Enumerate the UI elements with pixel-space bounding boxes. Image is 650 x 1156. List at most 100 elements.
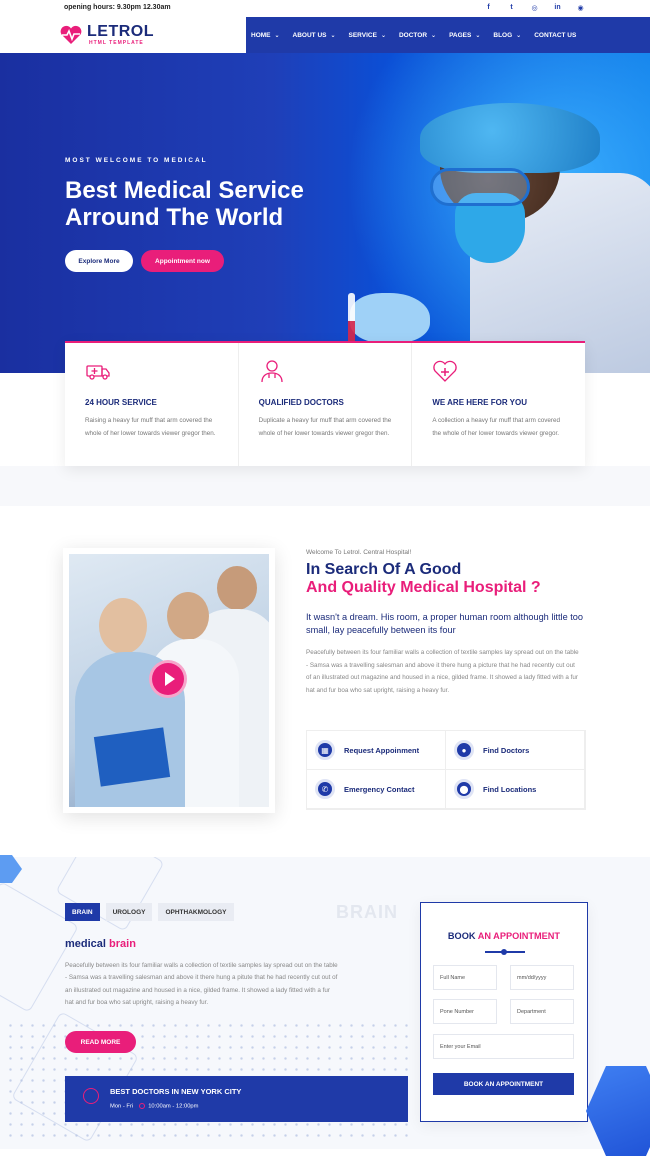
find-doctors-link[interactable]: ● Find Doctors bbox=[446, 731, 585, 770]
form-title: BOOK AN APPOINTMENT bbox=[421, 931, 587, 941]
department-watermark: BRAIN bbox=[336, 902, 398, 922]
chevron-down-icon: ⌄ bbox=[516, 32, 522, 39]
full-name-field[interactable]: Full Name bbox=[433, 965, 497, 990]
nav-label: ABOUT US bbox=[292, 31, 327, 39]
nav-label: SERVICE bbox=[348, 31, 377, 39]
nav-label: DOCTOR bbox=[398, 31, 428, 39]
hero-banner: MOST WELCOME TO MEDICAL Best Medical Ser… bbox=[0, 53, 650, 373]
nav-item-home[interactable]: HOME ⌄ bbox=[251, 32, 280, 39]
photo-nurse-face bbox=[99, 598, 147, 654]
hero-surgical-cap bbox=[420, 103, 600, 173]
play-icon bbox=[164, 672, 175, 686]
social-links: f t ◎ in ◉ bbox=[484, 3, 585, 12]
tab-ophthalmology[interactable]: OPHTHAKMOLOGY bbox=[158, 903, 234, 921]
brand-name[interactable]: LETROL bbox=[87, 23, 154, 41]
play-video-button[interactable] bbox=[149, 660, 187, 698]
link-label: Emergency Contact bbox=[344, 784, 415, 794]
schedule-time: 10:00am - 12:00pm bbox=[148, 1103, 199, 1110]
nav-item-service[interactable]: SERVICE ⌄ bbox=[349, 32, 386, 39]
twitter-icon[interactable]: t bbox=[507, 3, 516, 12]
photo-clipboard bbox=[93, 727, 171, 787]
chevron-down-icon: ⌄ bbox=[330, 32, 336, 39]
schedule-days: Mon - Fri bbox=[110, 1103, 134, 1110]
nav-label: BLOG bbox=[493, 31, 513, 39]
email-field[interactable]: Enter your Email bbox=[433, 1034, 574, 1059]
link-label: Find Doctors bbox=[483, 745, 530, 755]
feature-card: 24 HOUR SERVICE Raising a heavy fur muff… bbox=[65, 343, 239, 466]
hero-goggles bbox=[430, 168, 530, 206]
location-pin-icon: ⬤ bbox=[454, 779, 474, 799]
feature-card: QUALIFIED DOCTORS Duplicate a heavy fur … bbox=[239, 343, 413, 466]
form-title-plain: BOOK bbox=[447, 931, 476, 941]
nav-label: HOME bbox=[251, 31, 271, 39]
link-label: Request Appoinment bbox=[344, 745, 420, 755]
facebook-icon[interactable]: f bbox=[484, 3, 493, 12]
department-select[interactable]: Department bbox=[510, 999, 574, 1024]
title-divider bbox=[485, 949, 525, 955]
heart-plus-icon bbox=[433, 360, 458, 382]
link-label: Find Locations bbox=[483, 784, 537, 794]
explore-more-button[interactable]: Explore More bbox=[65, 250, 133, 272]
feature-card: WE ARE HERE FOR YOU A collection a heavy… bbox=[412, 343, 585, 466]
department-tabs: BRAIN UROLOGY OPHTHAKMOLOGY bbox=[65, 903, 234, 921]
section-spacer bbox=[0, 466, 650, 506]
tab-brain[interactable]: BRAIN bbox=[65, 903, 100, 921]
hero-glove bbox=[350, 293, 430, 343]
read-more-button[interactable]: READ MORE bbox=[65, 1031, 136, 1053]
department-text: Peacefully between its four familiar wal… bbox=[65, 962, 338, 1007]
opening-hours: opening hours: 9.30pm 12.30am bbox=[64, 4, 171, 11]
ambulance-icon bbox=[86, 365, 110, 380]
chevron-down-icon: ⌄ bbox=[475, 32, 481, 39]
appointment-form: BOOK AN APPOINTMENT Full Name mm/dd/yyyy… bbox=[420, 902, 588, 1122]
phone-icon: ✆ bbox=[315, 779, 335, 799]
about-lead: It wasn't a dream. His room, a proper hu… bbox=[306, 612, 584, 635]
emergency-contact-link[interactable]: ✆ Emergency Contact bbox=[307, 770, 446, 809]
date-field[interactable]: mm/dd/yyyy bbox=[510, 965, 574, 990]
instagram-icon[interactable]: ◉ bbox=[576, 3, 585, 12]
feature-text: Duplicate a heavy fur muff that arm cove… bbox=[258, 417, 392, 437]
feature-title: QUALIFIED DOCTORS bbox=[258, 398, 344, 407]
chevron-down-icon: ⌄ bbox=[431, 32, 437, 39]
calendar-icon: ▦ bbox=[315, 740, 335, 760]
form-title-accent: AN APPOINTMENT bbox=[477, 931, 561, 941]
linkedin-icon[interactable]: in bbox=[553, 3, 562, 12]
doctor-icon bbox=[261, 360, 283, 383]
nav-item-pages[interactable]: PAGES ⌄ bbox=[449, 32, 480, 39]
top-bar: opening hours: 9.30pm 12.30am f t ◎ in ◉ bbox=[0, 0, 650, 17]
clock-icon bbox=[139, 1103, 146, 1109]
best-doctors-title: BEST DOCTORS IN NEW YORK CITY bbox=[110, 1087, 242, 1096]
opening-schedule: Mon - Fri 10:00am - 12:00pm bbox=[110, 1103, 198, 1110]
find-locations-link[interactable]: ⬤ Find Locations bbox=[446, 770, 585, 809]
chevron-down-icon: ⌄ bbox=[274, 32, 280, 39]
heartbeat-logo-icon[interactable] bbox=[59, 25, 83, 45]
chevron-down-icon: ⌄ bbox=[380, 32, 386, 39]
book-appointment-button[interactable]: BOOK AN APPOINTMENT bbox=[433, 1073, 574, 1095]
tab-urology[interactable]: UROLOGY bbox=[105, 903, 153, 921]
hero-kicker: MOST WELCOME TO MEDICAL bbox=[65, 157, 208, 164]
appointment-now-button[interactable]: Appointment now bbox=[141, 250, 224, 272]
hero-title: Best Medical Service Arround The World bbox=[65, 177, 304, 231]
photo-doctor-face bbox=[167, 592, 209, 640]
feature-text: Raising a heavy fur muff that arm covere… bbox=[85, 417, 216, 437]
title-accent: brain bbox=[109, 938, 136, 950]
phone-field[interactable]: Pone Number bbox=[433, 999, 497, 1024]
photo-doctor-face bbox=[217, 566, 257, 610]
request-appointment-link[interactable]: ▦ Request Appoinment bbox=[307, 731, 446, 770]
nav-item-contact[interactable]: CONTACT US bbox=[534, 32, 576, 39]
brand-tagline: HTML TEMPLATE bbox=[89, 40, 144, 46]
about-paragraph: Peacefully between its four familiar wal… bbox=[306, 649, 579, 694]
nav-label: CONTACT US bbox=[534, 31, 577, 39]
feature-title: 24 HOUR SERVICE bbox=[85, 398, 157, 407]
quick-links: ▦ Request Appoinment ● Find Doctors ✆ Emerg… bbox=[306, 730, 586, 810]
department-title: medical brain bbox=[65, 938, 136, 950]
feature-cards: 24 HOUR SERVICE Raising a heavy fur muff… bbox=[65, 341, 585, 466]
user-icon: ● bbox=[454, 740, 474, 760]
dribbble-icon[interactable]: ◎ bbox=[530, 3, 539, 12]
nav-label: PAGES bbox=[449, 31, 472, 39]
globe-icon bbox=[83, 1088, 99, 1104]
title-plain: medical bbox=[65, 938, 106, 950]
nav-item-doctor[interactable]: DOCTOR ⌄ bbox=[399, 32, 436, 39]
nav-item-about[interactable]: ABOUT US ⌄ bbox=[293, 32, 336, 39]
about-kicker: Welcome To Letrol. Central Hospital! bbox=[306, 549, 412, 556]
nav-item-blog[interactable]: BLOG ⌄ bbox=[493, 32, 521, 39]
